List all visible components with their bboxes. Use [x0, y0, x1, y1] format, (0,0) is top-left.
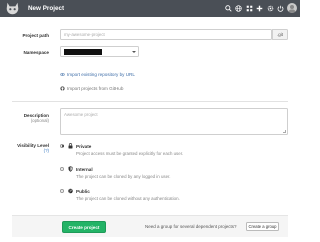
visibility-public-desc: The project can be cloned without any au… — [76, 196, 180, 201]
description-label: Description (optional) — [24, 113, 49, 123]
git-suffix-addon: .git — [272, 29, 288, 40]
plus-icon[interactable] — [255, 3, 264, 13]
visibility-internal-desc: The project can be cloned by any logged … — [76, 174, 171, 179]
project-path-label: Project path — [22, 33, 49, 38]
project-path-placeholder: my-awesome-project — [64, 32, 105, 37]
visibility-help-link[interactable]: (?) — [17, 148, 49, 153]
top-navbar: New Project — [0, 0, 300, 17]
header-icon-bar — [222, 3, 297, 13]
section-divider — [12, 101, 288, 102]
description-placeholder: Awesome project — [64, 111, 98, 117]
gitlab-cat-logo[interactable] — [5, 2, 20, 15]
create-project-button[interactable]: Create project — [62, 221, 106, 233]
import-by-url-link[interactable]: Import existing repository by URL — [60, 72, 135, 77]
namespace-label: Namespace — [23, 50, 49, 55]
visibility-radio-internal[interactable] — [60, 166, 65, 171]
create-group-button[interactable]: Create a group — [246, 222, 279, 231]
globe-icon[interactable] — [234, 3, 243, 13]
visibility-internal-title: Internal — [76, 167, 93, 172]
globe-icon — [68, 188, 73, 194]
github-icon — [60, 86, 65, 91]
grid-icon[interactable] — [245, 3, 254, 13]
git-suffix-text: .git — [277, 32, 283, 37]
description-optional-label: (optional) — [30, 118, 49, 123]
search-icon[interactable] — [224, 3, 233, 13]
gear-icon[interactable] — [266, 3, 275, 13]
visibility-private-title: Private — [76, 144, 92, 149]
project-path-input[interactable]: my-awesome-project — [60, 29, 272, 40]
form-actions-footer: Create project Need a group for several … — [12, 215, 288, 237]
avatar[interactable] — [287, 3, 297, 13]
lock-icon — [68, 143, 73, 149]
namespace-select[interactable] — [60, 46, 139, 57]
import-from-github-link[interactable]: Import projects from GitHub — [60, 86, 123, 91]
visibility-public-title: Public — [76, 189, 90, 194]
resize-handle[interactable] — [283, 130, 286, 133]
shield-icon — [68, 166, 73, 172]
description-textarea[interactable]: Awesome project — [60, 108, 288, 135]
page-title: New Project — [28, 5, 65, 12]
import-by-url-label: Import existing repository by URL — [67, 72, 135, 77]
power-icon[interactable] — [276, 3, 285, 13]
visibility-radio-private[interactable] — [60, 143, 65, 148]
import-from-github-label: Import projects from GitHub — [67, 86, 124, 91]
link-icon — [60, 73, 65, 76]
chevron-down-icon — [131, 51, 136, 53]
namespace-redacted-value — [64, 48, 102, 55]
visibility-private-desc: Project access must be granted explicitl… — [76, 151, 184, 156]
visibility-level-label: Visibility Level (?) — [17, 143, 49, 153]
visibility-radio-public[interactable] — [60, 188, 65, 193]
group-hint-text: Need a group for several dependent proje… — [145, 224, 237, 229]
